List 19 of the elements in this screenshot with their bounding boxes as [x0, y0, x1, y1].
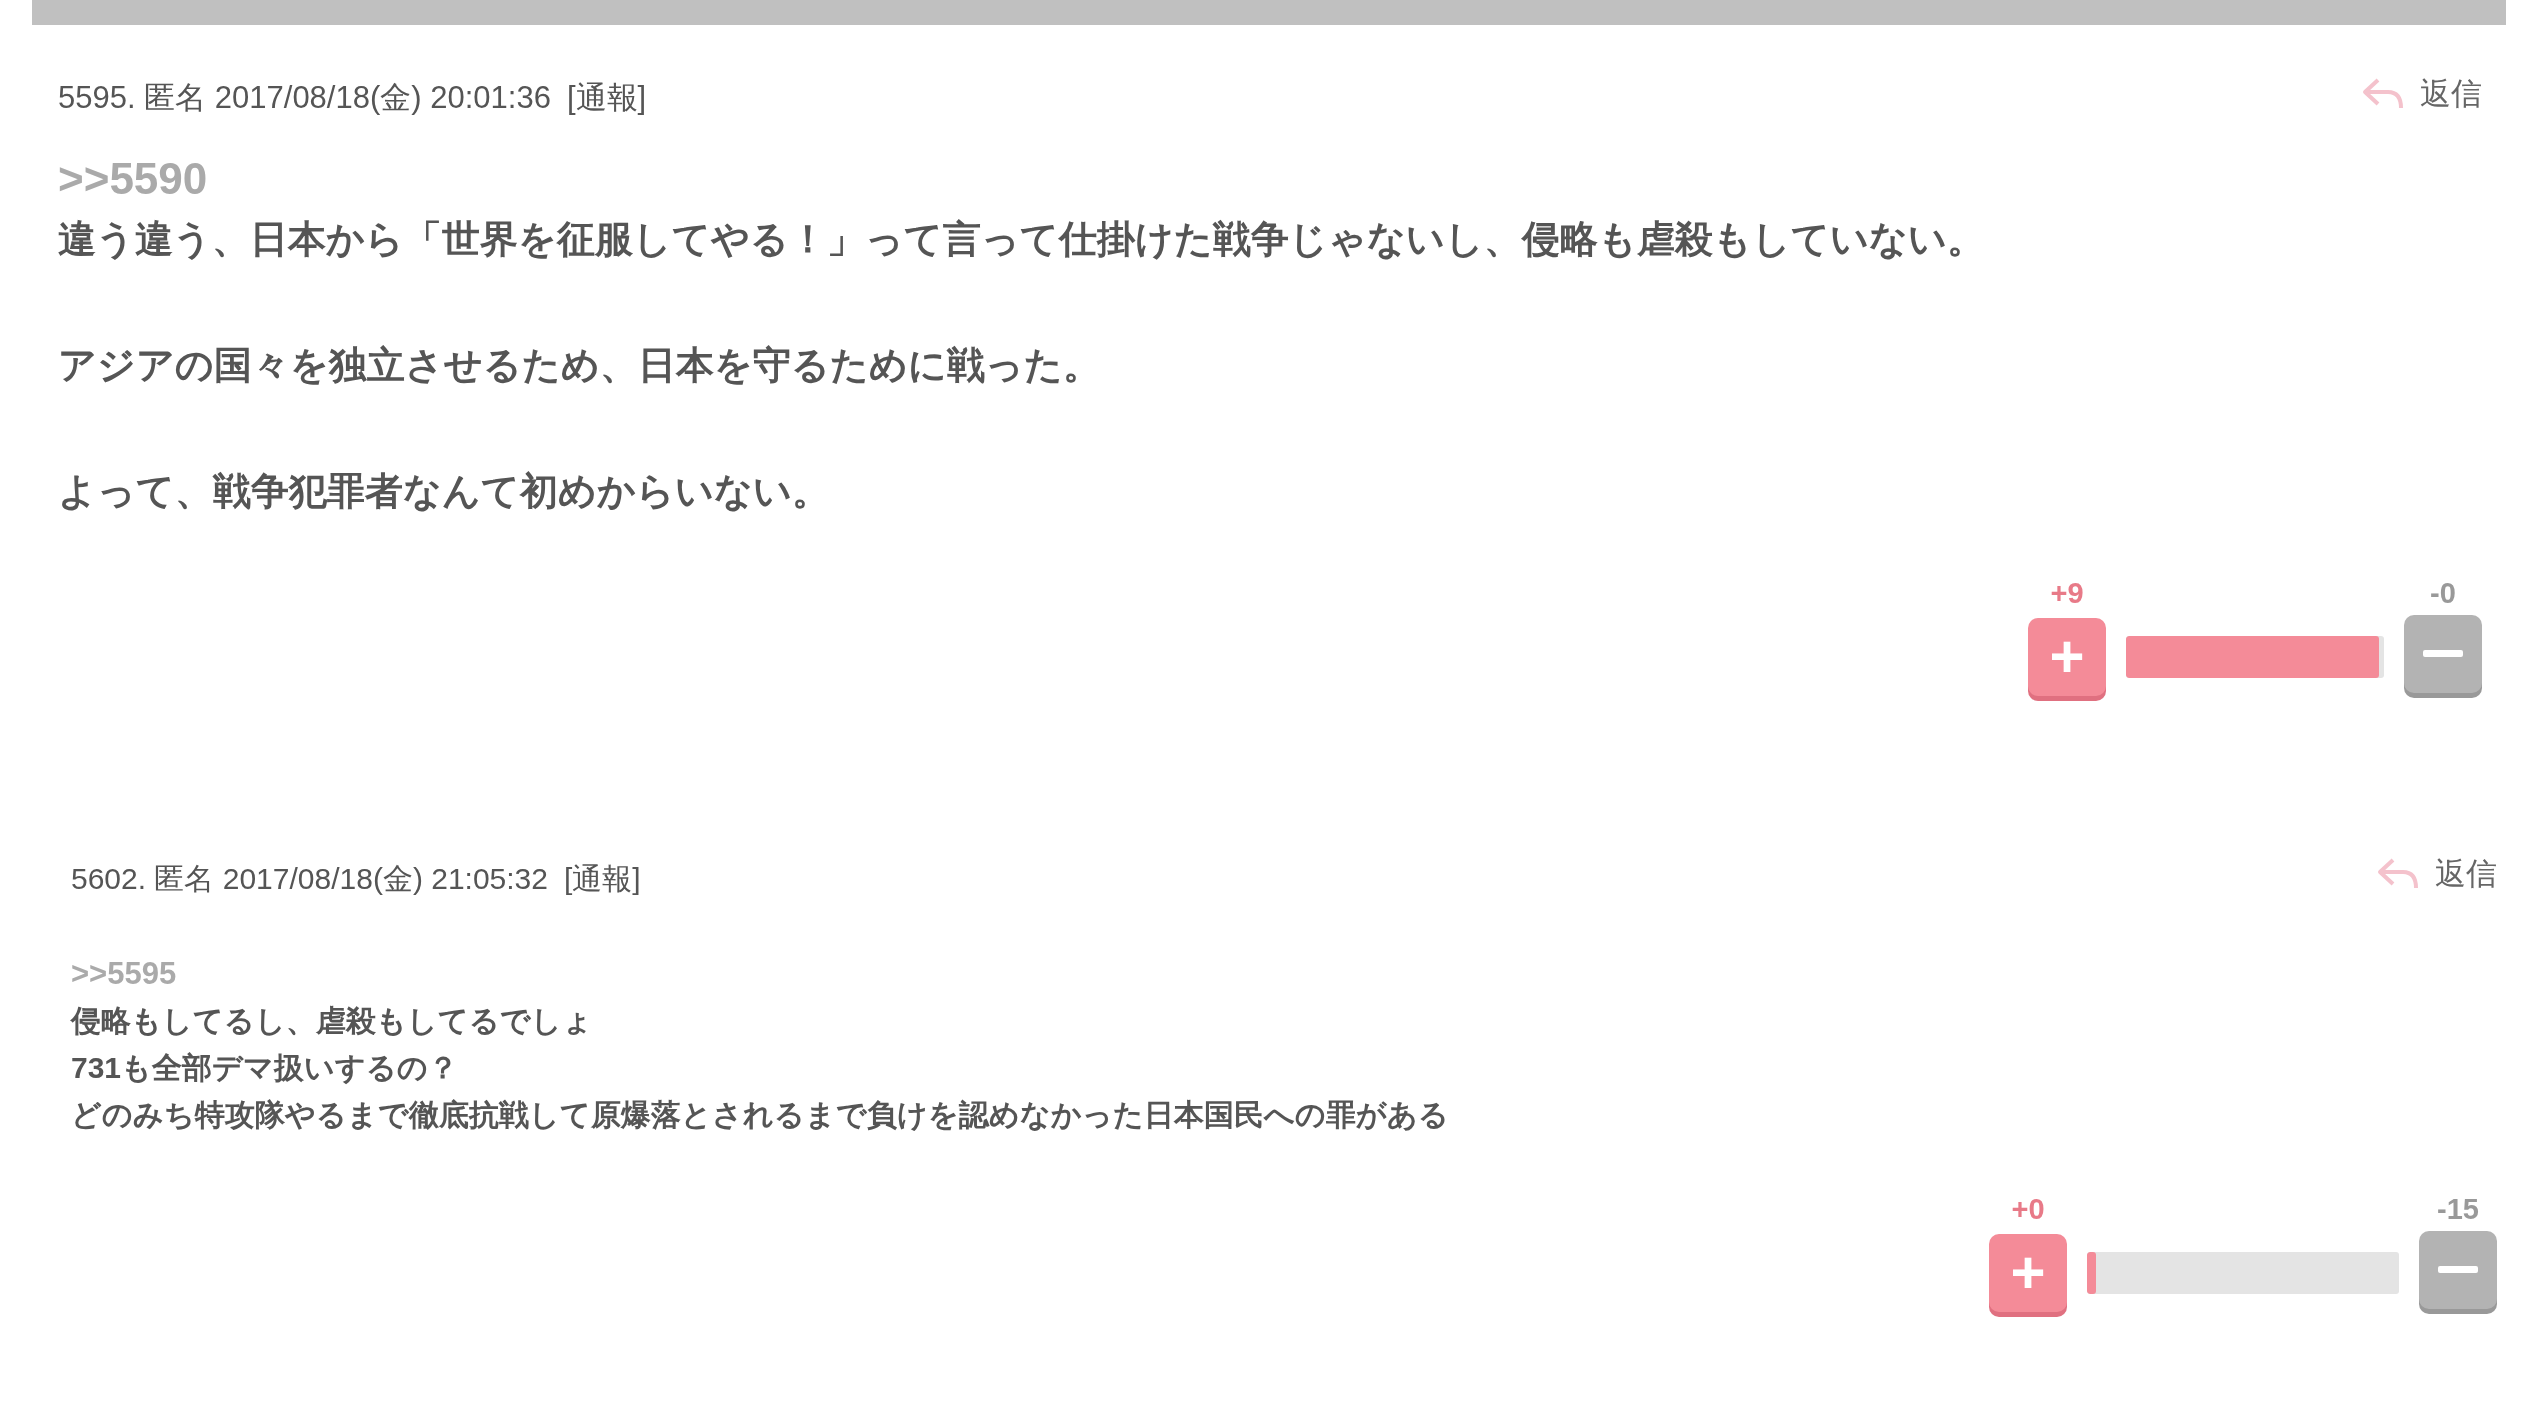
comment-paragraph: 違う違う、日本から「世界を征服してやる！」って言って仕掛けた戦争じゃないし、侵略も虐殺もしていない。: [58, 216, 1986, 262]
report-link[interactable]: [通報]: [566, 75, 647, 122]
reply-link[interactable]: 返信: [2377, 850, 2497, 898]
comment-paragraph: 侵略もしてるし、虐殺もしてるでしょ: [71, 1002, 594, 1039]
report-link[interactable]: [通報]: [564, 855, 641, 901]
comment-paragraph: アジアの国々を独立させるため、日本を守るために戦った。: [58, 342, 1102, 388]
minus-icon: [2438, 1265, 2478, 1274]
post-meta: 5602. 匿名 2017/08/18(金) 21:05:32: [71, 860, 548, 897]
reply-link[interactable]: 返信: [2362, 71, 2482, 118]
comment-paragraph: どのみち特攻隊やるまで徹底抗戦して原爆落とされるまで負けを認めなかった日本国民への罪がある: [71, 1096, 1450, 1133]
plus-count: +9: [2049, 575, 2085, 611]
post-meta: 5595. 匿名 2017/08/18(金) 20:01:36: [58, 79, 551, 117]
minus-count: -0: [2429, 575, 2457, 611]
minus-count: -15: [2436, 1191, 2480, 1227]
minus-icon: [2423, 649, 2463, 658]
reply-arrow-icon: [2377, 857, 2419, 891]
comment-paragraph: 731も全部デマ扱いするの？: [71, 1049, 460, 1086]
comment-paragraph: よって、戦争犯罪者なんて初めからいない。: [58, 468, 831, 514]
plus-count: +0: [2010, 1191, 2046, 1227]
